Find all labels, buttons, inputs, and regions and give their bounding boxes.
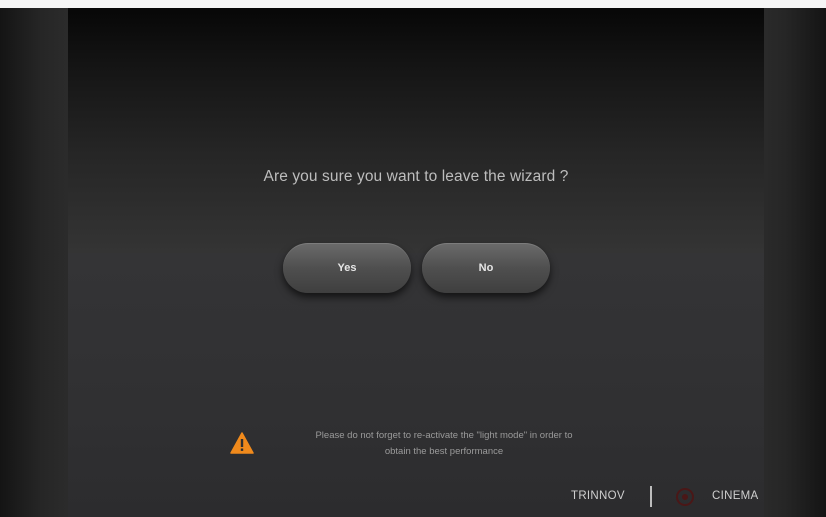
brand-trinnov: TRINNOV xyxy=(571,490,625,502)
warning-line-2: obtain the best performance xyxy=(384,446,504,457)
brand-separator xyxy=(650,486,652,507)
dialog-panel-bottom xyxy=(68,253,764,517)
dialog-panel-top xyxy=(68,8,764,253)
brand-cinema: CINEMA xyxy=(712,490,759,502)
top-edge xyxy=(0,0,826,8)
yes-button[interactable]: Yes xyxy=(283,243,411,293)
warning-line-1: Please do not forget to re-activate the … xyxy=(315,430,573,441)
light-mode-warning: Please do not forget to re-activate the … xyxy=(230,428,630,464)
leave-wizard-question: Are you sure you want to leave the wizar… xyxy=(263,168,569,185)
wizard-screen: Are you sure you want to leave the wizar… xyxy=(0,0,826,517)
no-button[interactable]: No xyxy=(422,243,550,293)
warning-text: Please do not forget to re-activate the … xyxy=(260,428,628,460)
warning-triangle-icon xyxy=(230,432,254,454)
cinema-logo-icon xyxy=(676,488,694,506)
